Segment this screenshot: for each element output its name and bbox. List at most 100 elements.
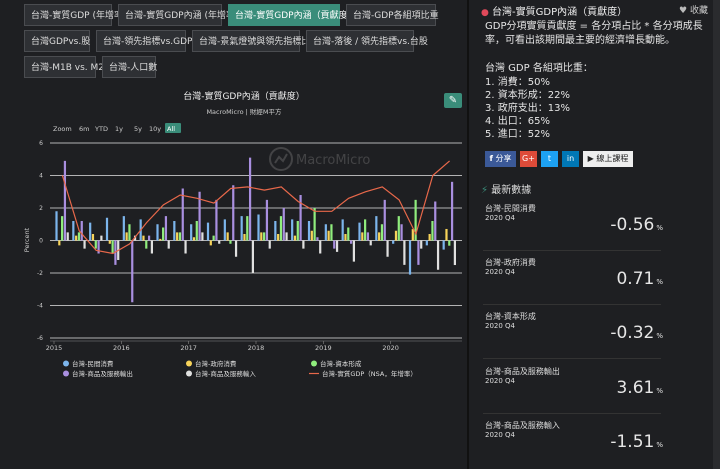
tab-population[interactable]: 台灣-人口數: [102, 56, 157, 78]
bar-0: [223, 219, 226, 241]
bar-1: [378, 232, 381, 241]
latest-data-label: 最新數據: [491, 185, 532, 196]
gplus-share-button[interactable]: G+: [520, 151, 537, 167]
y-axis-label: Percent: [23, 227, 31, 252]
zoom-option-all[interactable]: All: [167, 125, 175, 133]
bar-2: [347, 227, 350, 241]
legend-label[interactable]: 台灣-政府消費: [195, 359, 237, 368]
bar-4: [369, 240, 372, 246]
bar-0: [55, 211, 58, 241]
card-divider: [483, 250, 661, 251]
weights-item: 5. 進口：52%: [485, 129, 550, 140]
zoom-option-5y[interactable]: 5y: [134, 125, 142, 133]
tab-m1b-m2[interactable]: 台灣-M1B vs. M2: [24, 56, 104, 78]
taiwan-flag-icon: ●: [481, 8, 489, 18]
card-value: -0.56: [610, 215, 655, 235]
latest-card[interactable]: 台灣-民間消費 2020 Q4 -0.56%: [483, 203, 663, 251]
bar-1: [394, 230, 398, 241]
bar-3: [215, 199, 218, 241]
bar-2: [380, 224, 384, 241]
bar-0: [324, 224, 327, 241]
bar-1: [445, 228, 448, 241]
bar-4: [335, 240, 339, 252]
gdp-line-path: [61, 160, 450, 255]
bar-2: [263, 232, 266, 241]
bar-4: [285, 232, 288, 241]
zoom-option-ytd[interactable]: YTD: [94, 125, 108, 133]
card-divider: [483, 304, 661, 305]
latest-card[interactable]: 台灣-商品及服務輸出 2020 Q4 3.61%: [483, 366, 663, 414]
tab-monitoring-leading[interactable]: 台灣-景氣燈號與領先指標比值: [192, 30, 319, 52]
online-course-button[interactable]: ▶ 線上課程: [583, 151, 633, 167]
bar-4: [167, 240, 170, 249]
legend-label[interactable]: 台灣-資本形成: [320, 359, 362, 368]
bar-1: [327, 230, 330, 241]
zoom-option-1y[interactable]: 1y: [115, 125, 123, 133]
info-title-text: 台灣-實質GDP內涵（貢獻度）: [492, 7, 628, 18]
bar-0: [257, 214, 260, 241]
bar-2: [61, 216, 64, 241]
weights-item: 2. 資本形成：22%: [485, 90, 570, 101]
y-tick-label: -2: [37, 270, 43, 277]
bar-4: [453, 240, 456, 266]
zoom-buttons: 6m YTD 1y 5y 10y All: [79, 123, 181, 133]
bar-4: [386, 240, 389, 257]
tab-gdp-components-yoy[interactable]: 台灣-實質GDP內涵 (年增率): [118, 4, 238, 26]
bar-3: [417, 240, 420, 265]
card-name: 台灣-民間消費: [485, 204, 536, 213]
legend-label[interactable]: 台灣-民間消費: [72, 359, 114, 368]
twitter-share-button[interactable]: t: [541, 151, 558, 167]
tab-gdp-vs-stocks[interactable]: 台灣GDPvs.股: [24, 30, 90, 52]
tab-gdp-weights[interactable]: 台灣-GDP各組項比重: [346, 4, 439, 26]
bar-2: [448, 240, 451, 246]
bar-0: [173, 221, 176, 241]
bar-2: [77, 232, 81, 241]
tab-gdp-contribution[interactable]: 台灣-實質GDP內涵（貢獻度）: [228, 4, 357, 26]
bar-4: [66, 232, 69, 241]
latest-card[interactable]: 台灣-政府消費 2020 Q4 0.71%: [483, 257, 663, 305]
bar-1: [226, 232, 229, 241]
legend-label[interactable]: 台灣-商品及服務輸入: [195, 369, 256, 378]
favorite-button[interactable]: ♥ 收藏: [679, 3, 708, 16]
info-description: GDP分項實質貢獻度 = 各分項占比 * 各分項成長率，可看出該期間最主要的經濟…: [485, 21, 703, 46]
tab-leading-vs-gdp[interactable]: 台灣-領先指標vs.GDP: [96, 30, 192, 52]
bar-3: [383, 199, 386, 241]
bar-3: [366, 232, 370, 241]
latest-data-heading: ⚡ 最新數據: [481, 181, 531, 196]
chart-legend: 台灣-民間消費 台灣-政府消費 台灣-資本形成台灣-商品及服務輸出 台灣-商品及服務輸…: [63, 359, 417, 378]
bar-1: [411, 229, 414, 241]
scrollbar[interactable]: [713, 0, 720, 469]
info-panel: ● 台灣-實質GDP內涵（貢獻度） ♥ 收藏 GDP分項實質貢獻度 = 各分項占…: [469, 0, 720, 469]
bar-1: [192, 237, 196, 241]
tab-lagging-leading-stocks[interactable]: 台灣-落後 / 領先指標vs.台股: [306, 30, 428, 52]
y-tick-label: 0: [39, 238, 43, 245]
linkedin-share-button[interactable]: in: [562, 151, 579, 167]
chart-panel: 台灣-實質GDP (年增率) 台灣-實質GDP內涵 (年增率) 台灣-實質GDP…: [0, 0, 466, 469]
bar-3: [434, 201, 437, 241]
x-tick-label: 2019: [315, 344, 332, 352]
card-value: 3.61: [616, 378, 655, 398]
zoom-option-6m[interactable]: 6m: [79, 125, 89, 133]
tab-gdp-yoy[interactable]: 台灣-實質GDP (年增率): [24, 4, 126, 26]
bar-1: [344, 234, 347, 241]
facebook-share-button[interactable]: f 分享: [485, 151, 516, 167]
bar-1: [243, 234, 246, 241]
bar-0: [291, 219, 294, 241]
zoom-label: Zoom: [53, 125, 72, 133]
latest-card[interactable]: 台灣-資本形成 2020 Q4 -0.32%: [483, 311, 663, 359]
card-name: 台灣-商品及服務輸入: [485, 421, 560, 430]
card-value-wrap: -0.32%: [610, 323, 663, 343]
card-value-wrap: -1.51%: [610, 432, 663, 452]
bar-2: [162, 227, 165, 241]
card-unit: %: [656, 224, 663, 232]
legend-label[interactable]: 台灣-商品及服務輸出: [72, 369, 133, 378]
latest-card[interactable]: 台灣-商品及服務輸入 2020 Q4 -1.51%: [483, 420, 663, 468]
bar-4: [436, 240, 440, 270]
bar-2: [128, 224, 131, 241]
card-unit: %: [656, 387, 663, 395]
favorite-label: 收藏: [689, 6, 708, 16]
legend-swatch: [63, 370, 69, 377]
zoom-option-10y[interactable]: 10y: [149, 125, 161, 133]
bar-3: [265, 199, 269, 241]
legend-label[interactable]: 台灣-實質GDP（NSA，年增率）: [322, 369, 417, 378]
